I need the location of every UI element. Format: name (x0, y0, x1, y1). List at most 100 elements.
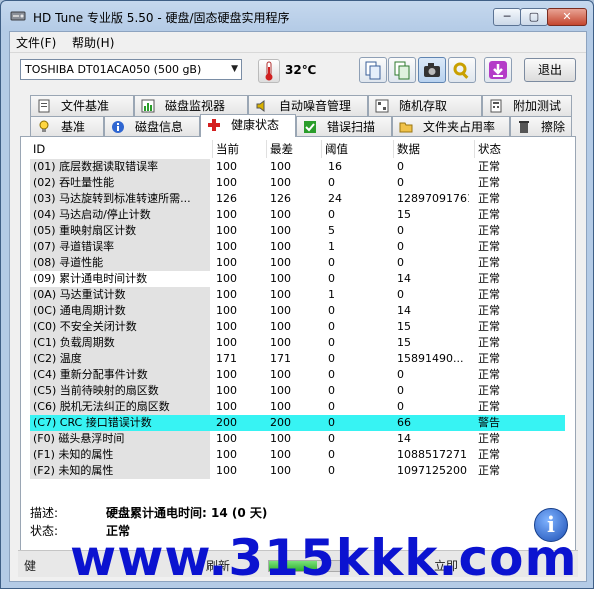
table-row[interactable]: (08) 寻道性能 100 100 0 0 正常 (30, 255, 565, 271)
cell-threshold: 0 (328, 336, 335, 349)
tab-random-access[interactable]: 随机存取 (368, 95, 482, 116)
cell-threshold: 1 (328, 240, 335, 253)
minimize-button[interactable]: ─ (493, 8, 521, 26)
cell-id: (04) 马达启动/停止计数 (30, 207, 210, 223)
cell-current: 100 (216, 384, 237, 397)
app-window: HD Tune 专业版 5.50 - 硬盘/固态硬盘实用程序 ─ ▢ ✕ 文件(… (0, 0, 594, 589)
menu-file[interactable]: 文件(F) (16, 34, 56, 51)
table-row[interactable]: (F0) 磁头悬浮时间 100 100 0 14 正常 (30, 431, 565, 447)
table-row[interactable]: (F1) 未知的属性 100 100 0 1088517271 正常 (30, 447, 565, 463)
table-row[interactable]: (09) 累计通电时间计数 100 100 0 14 正常 (30, 271, 565, 287)
title-bar[interactable]: HD Tune 专业版 5.50 - 硬盘/固态硬盘实用程序 ─ ▢ ✕ (1, 1, 593, 31)
table-row[interactable]: (02) 吞吐量性能 100 100 0 0 正常 (30, 175, 565, 191)
copy-text-button[interactable] (359, 57, 387, 83)
download-button[interactable] (484, 57, 512, 83)
cell-id: (0A) 马达重试计数 (30, 287, 210, 303)
tab-file-benchmark[interactable]: 文件基准 (30, 95, 134, 116)
table-row[interactable]: (F2) 未知的属性 100 100 0 1097125200 正常 (30, 463, 565, 479)
copy-screen-icon (394, 61, 410, 80)
screenshot-button[interactable] (418, 57, 446, 83)
table-row[interactable]: (C6) 脱机无法纠正的扇区数 100 100 0 0 正常 (30, 399, 565, 415)
cell-data: 15 (397, 336, 411, 349)
cell-threshold: 0 (328, 272, 335, 285)
cell-worst: 100 (270, 176, 291, 189)
column-header-threshold[interactable]: 阈值 (322, 140, 394, 158)
tab-disk-info[interactable]: 磁盘信息 (104, 116, 200, 137)
cell-threshold: 0 (328, 256, 335, 269)
tab-label: 附加测试 (513, 99, 562, 113)
cell-status: 正常 (478, 400, 500, 413)
cell-worst: 100 (270, 384, 291, 397)
disk-file-icon (38, 99, 50, 113)
column-header-status[interactable]: 状态 (475, 140, 565, 158)
tab-folder-usage[interactable]: 文件夹占用率 (392, 116, 510, 137)
cell-threshold: 16 (328, 160, 342, 173)
cell-status: 正常 (478, 384, 500, 397)
tab-noise-management[interactable]: 自动噪音管理 (248, 95, 368, 116)
cell-data: 0 (397, 176, 404, 189)
column-header-id[interactable]: ID (30, 140, 213, 158)
tab-disk-monitor[interactable]: 磁盘监视器 (134, 95, 248, 116)
table-row[interactable]: (04) 马达启动/停止计数 100 100 0 15 正常 (30, 207, 565, 223)
cell-id: (07) 寻道错误率 (30, 239, 210, 255)
tab-benchmark[interactable]: 基准 (30, 116, 104, 137)
cell-threshold: 24 (328, 192, 342, 205)
menu-help[interactable]: 帮助(H) (72, 34, 114, 51)
cell-id: (C6) 脱机无法纠正的扇区数 (30, 399, 210, 415)
cell-worst: 100 (270, 432, 291, 445)
table-row[interactable]: (05) 重映射扇区计数 100 100 5 0 正常 (30, 223, 565, 239)
cell-status: 正常 (478, 256, 500, 269)
table-row[interactable]: (C7) CRC 接口错误计数 200 200 0 66 警告 (30, 415, 565, 431)
column-header-data[interactable]: 数据 (394, 140, 475, 158)
tab-label: 基准 (61, 120, 86, 134)
table-row[interactable]: (C2) 温度 171 171 0 15891490... 正常 (30, 351, 565, 367)
cell-data: 0 (397, 240, 404, 253)
exit-button[interactable]: 退出 (524, 58, 576, 82)
table-row[interactable]: (03) 马达旋转到标准转速所需... 126 126 24 12897091761 正常 (30, 191, 565, 207)
table-row[interactable]: (C1) 负载周期数 100 100 0 15 正常 (30, 335, 565, 351)
cell-current: 126 (216, 192, 237, 205)
tab-error-scan[interactable]: 错误扫描 (296, 116, 392, 137)
cell-threshold: 0 (328, 416, 335, 429)
cell-id: (C4) 重新分配事件计数 (30, 367, 210, 383)
description-label: 描述: (30, 506, 59, 520)
cell-data: 0 (397, 368, 404, 381)
cell-current: 100 (216, 160, 237, 173)
options-button[interactable] (448, 57, 476, 83)
table-row[interactable]: (0C) 通电周期计数 100 100 0 14 正常 (30, 303, 565, 319)
tab-extra-tests[interactable]: 附加测试 (482, 95, 572, 116)
drive-select[interactable]: TOSHIBA DT01ACA050 (500 gB) ▼ (20, 59, 242, 80)
table-row[interactable]: (C4) 重新分配事件计数 100 100 0 0 正常 (30, 367, 565, 383)
cell-threshold: 0 (328, 432, 335, 445)
column-header-worst[interactable]: 最差 (267, 140, 322, 158)
tab-erase[interactable]: 擦除 (510, 116, 572, 137)
cell-threshold: 0 (328, 320, 335, 333)
cell-data: 0 (397, 256, 404, 269)
cell-id: (C5) 当前待映射的扇区数 (30, 383, 210, 399)
table-row[interactable]: (C5) 当前待映射的扇区数 100 100 0 0 正常 (30, 383, 565, 399)
cell-current: 100 (216, 448, 237, 461)
table-row[interactable]: (01) 底层数据读取错误率 100 100 16 0 正常 (30, 159, 565, 175)
close-button[interactable]: ✕ (547, 8, 587, 26)
smart-table[interactable]: ID 当前 最差 阈值 数据 状态 (01) 底层数据读取错误率 100 100 16… (30, 140, 565, 480)
table-row[interactable]: (07) 寻道错误率 100 100 1 0 正常 (30, 239, 565, 255)
cell-threshold: 5 (328, 224, 335, 237)
cell-id: (05) 重映射扇区计数 (30, 223, 210, 239)
table-row[interactable]: (0A) 马达重试计数 100 100 1 0 正常 (30, 287, 565, 303)
copy-screen-button[interactable] (388, 57, 416, 83)
info-icon (112, 121, 124, 133)
cell-id: (0C) 通电周期计数 (30, 303, 210, 319)
table-row[interactable]: (C0) 不安全关闭计数 100 100 0 15 正常 (30, 319, 565, 335)
cell-status: 正常 (478, 368, 500, 381)
cell-status: 正常 (478, 240, 500, 253)
cell-threshold: 0 (328, 208, 335, 221)
cell-current: 100 (216, 432, 237, 445)
cell-threshold: 0 (328, 304, 335, 317)
cell-id: (F1) 未知的属性 (30, 447, 210, 463)
download-icon (489, 61, 507, 79)
maximize-button[interactable]: ▢ (520, 8, 548, 26)
column-header-current[interactable]: 当前 (213, 140, 267, 158)
checkmark-icon (304, 121, 316, 133)
cell-current: 100 (216, 224, 237, 237)
tab-health[interactable]: 健康状态 (200, 114, 296, 137)
